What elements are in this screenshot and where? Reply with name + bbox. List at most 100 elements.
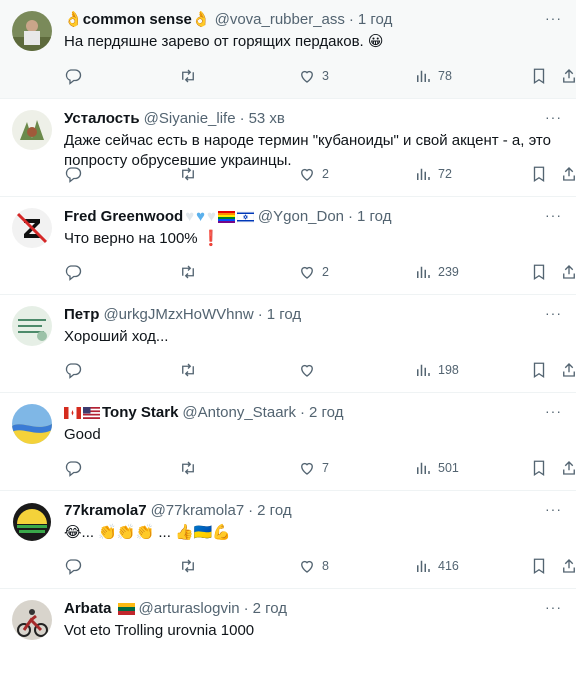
avatar[interactable] <box>12 208 52 248</box>
like-button[interactable]: 2 <box>298 164 329 184</box>
canada-flag-icon <box>64 407 81 419</box>
reply-icon <box>65 265 82 281</box>
author-handle[interactable]: @77kramola7 <box>151 501 245 521</box>
lithuania-flag-icon <box>117 603 135 615</box>
author-handle[interactable]: @urkgJMzxHoWVhnw <box>103 305 253 325</box>
share-button[interactable] <box>560 164 576 184</box>
timestamp[interactable]: 2 год <box>309 403 343 423</box>
tweet[interactable]: ··· 👌 common sense 👌 @vova_rubber_ass · … <box>0 0 576 99</box>
bookmark-button[interactable] <box>530 164 548 184</box>
timestamp[interactable]: 53 хв <box>249 109 285 129</box>
avatar[interactable] <box>12 11 52 51</box>
share-button[interactable] <box>560 66 576 86</box>
exclamation-icon: ❗ <box>201 230 221 247</box>
separator: · <box>348 11 354 28</box>
avatar[interactable] <box>12 404 52 444</box>
like-button[interactable] <box>298 360 322 380</box>
retweet-icon <box>182 363 194 377</box>
author-handle[interactable]: @Antony_Staark <box>182 403 296 423</box>
blue-heart-icon: ♥ <box>196 208 205 225</box>
retweet-button[interactable] <box>179 458 203 478</box>
author-handle[interactable]: @Ygon_Don <box>258 207 344 227</box>
author-name[interactable]: Петр <box>64 305 99 325</box>
usa-flag-icon <box>83 407 100 419</box>
views-button[interactable]: 501 <box>414 458 459 478</box>
tweet[interactable]: ··· 77kramola7 @77kramola7 · 2 год 😂... … <box>0 491 576 589</box>
retweet-icon <box>182 559 194 573</box>
reply-button[interactable] <box>64 262 88 282</box>
retweet-button[interactable] <box>179 262 203 282</box>
tweet[interactable]: ··· Петр @urkgJMzxHoWVhnw · 1 год Хороши… <box>0 295 576 393</box>
share-button[interactable] <box>560 262 576 282</box>
like-button[interactable]: 3 <box>298 66 329 86</box>
hand-emoji-icon: 👌 <box>191 11 211 28</box>
bookmark-icon <box>533 264 545 281</box>
share-button[interactable] <box>560 556 576 576</box>
share-button[interactable] <box>560 360 576 380</box>
separator: · <box>300 404 306 421</box>
reply-icon <box>65 559 82 575</box>
hand-emoji-icon: 👌 <box>64 11 83 28</box>
author-name[interactable]: Arbata <box>64 599 112 619</box>
share-button[interactable] <box>560 458 576 478</box>
retweet-button[interactable] <box>179 360 203 380</box>
author-handle[interactable]: @Siyanie_life <box>144 109 236 129</box>
separator: · <box>243 600 249 617</box>
retweet-button[interactable] <box>179 66 203 86</box>
author-name[interactable]: Усталость <box>64 109 140 129</box>
avatar[interactable] <box>12 600 52 640</box>
bookmark-button[interactable] <box>530 66 548 86</box>
bookmark-button[interactable] <box>530 262 548 282</box>
bookmark-button[interactable] <box>530 360 548 380</box>
tweet[interactable]: ··· Усталость @Siyanie_life · 53 хв Даже… <box>0 99 576 197</box>
reply-button[interactable] <box>64 164 88 184</box>
bookmark-button[interactable] <box>530 458 548 478</box>
like-button[interactable]: 2 <box>298 262 329 282</box>
views-button[interactable]: 198 <box>414 360 459 380</box>
reply-button[interactable] <box>64 458 88 478</box>
tweet-text: 😂... 👏👏👏 ... 👍🇺🇦💪 <box>64 524 232 541</box>
avatar[interactable] <box>12 502 52 542</box>
reply-button[interactable] <box>64 360 88 380</box>
tweet[interactable]: ··· Arbata @arturaslogvin · 2 год Vot et… <box>0 589 576 687</box>
timestamp[interactable]: 1 год <box>358 10 392 30</box>
separator: · <box>248 502 254 519</box>
retweet-icon <box>182 461 194 475</box>
tweet-text: Что верно на 100% <box>64 230 198 247</box>
separator: · <box>348 208 354 225</box>
retweet-button[interactable] <box>179 164 203 184</box>
views-button[interactable]: 72 <box>414 164 452 184</box>
bookmark-button[interactable] <box>530 556 548 576</box>
share-icon <box>563 363 575 377</box>
retweet-icon <box>182 69 194 83</box>
avatar[interactable] <box>12 110 52 150</box>
timestamp[interactable]: 2 год <box>253 599 287 619</box>
author-handle[interactable]: @vova_rubber_ass <box>215 10 345 30</box>
author-handle[interactable]: @arturaslogvin <box>139 599 240 619</box>
views-icon <box>417 364 430 376</box>
like-button[interactable]: 7 <box>298 458 329 478</box>
retweet-icon <box>182 265 194 279</box>
timestamp[interactable]: 1 год <box>357 207 391 227</box>
reply-icon <box>65 363 82 379</box>
author-name[interactable]: Tony Stark <box>102 403 178 423</box>
author-name[interactable]: 77kramola7 <box>64 501 147 521</box>
share-icon <box>563 461 575 475</box>
views-button[interactable]: 416 <box>414 556 459 576</box>
views-button[interactable]: 239 <box>414 262 459 282</box>
reply-button[interactable] <box>64 556 88 576</box>
author-name[interactable]: common sense <box>83 10 192 30</box>
tweet[interactable]: ··· Tony Stark @Antony_Staark · 2 год Go… <box>0 393 576 491</box>
like-button[interactable]: 8 <box>298 556 329 576</box>
share-icon <box>563 69 575 83</box>
share-icon <box>563 167 575 181</box>
reply-button[interactable] <box>64 66 88 86</box>
author-name[interactable]: Fred Greenwood <box>64 207 183 227</box>
views-icon <box>417 560 430 572</box>
avatar[interactable] <box>12 306 52 346</box>
views-button[interactable]: 78 <box>414 66 452 86</box>
retweet-button[interactable] <box>179 556 203 576</box>
tweet[interactable]: ··· Fred Greenwood ♥ ♥ ♥ @Ygon_Don · 1 г… <box>0 197 576 295</box>
timestamp[interactable]: 1 год <box>267 305 301 325</box>
timestamp[interactable]: 2 год <box>257 501 291 521</box>
